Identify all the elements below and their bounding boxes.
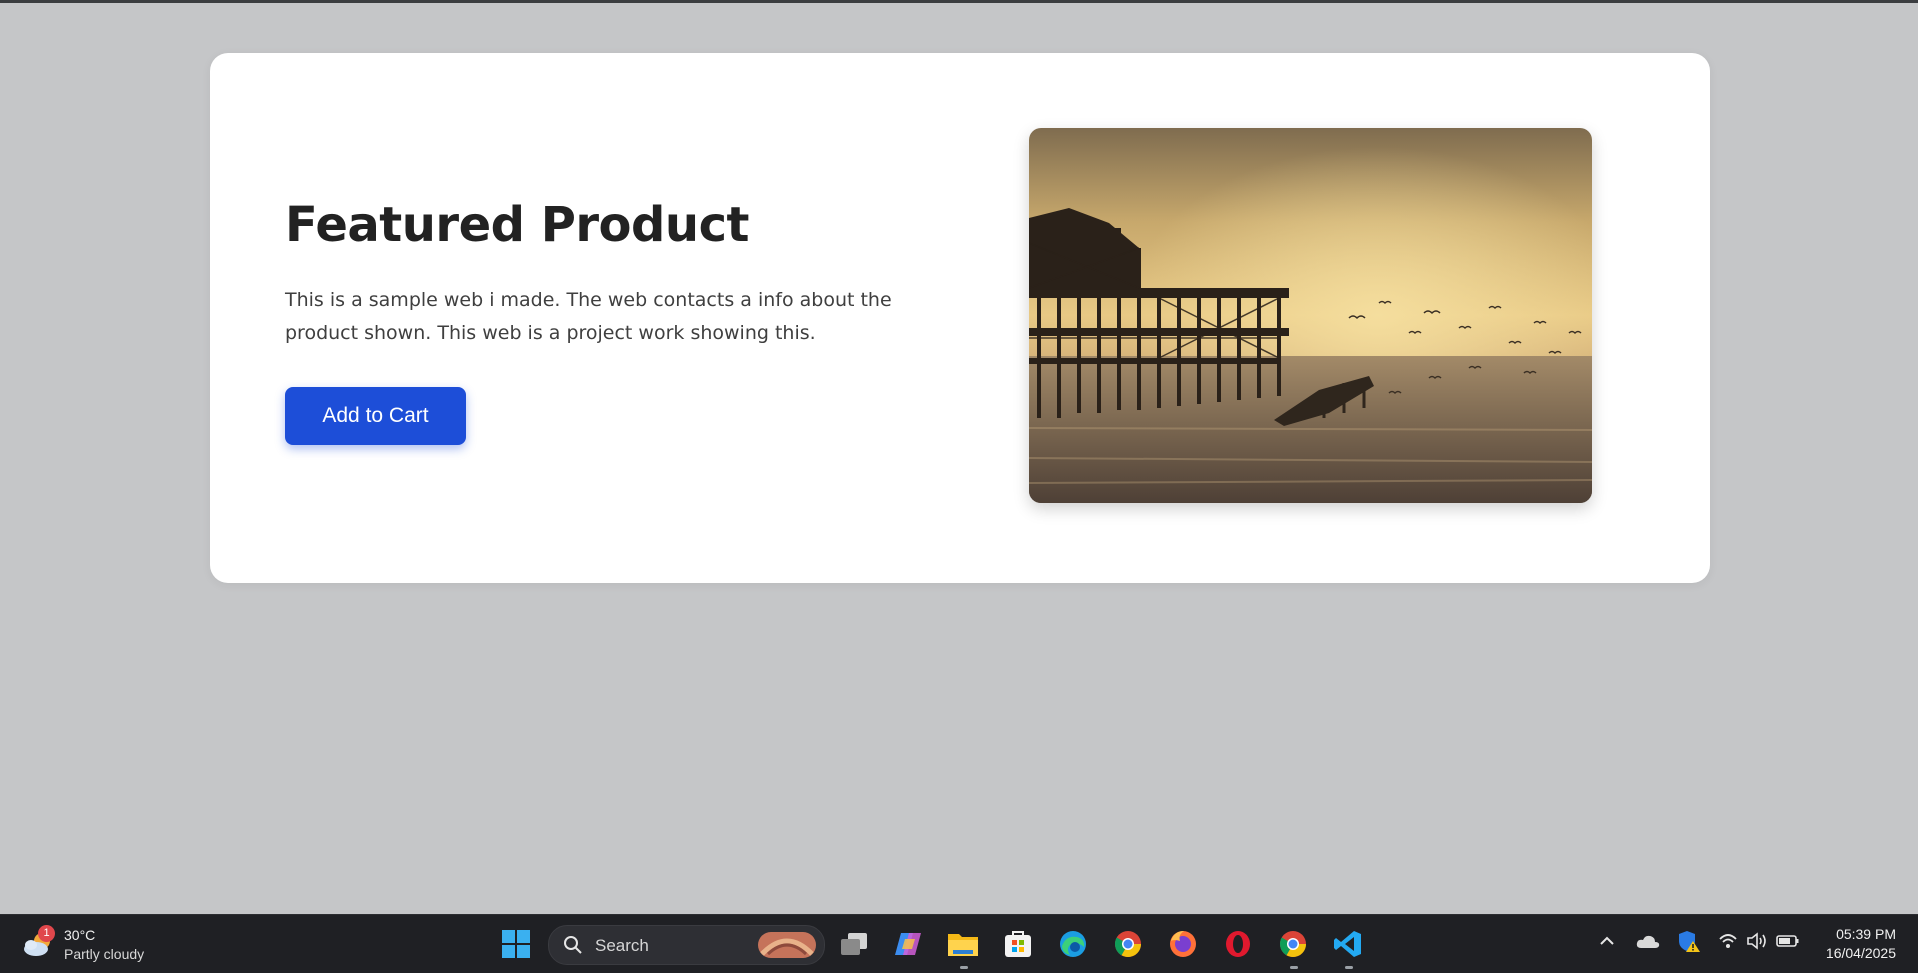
system-clock[interactable]: 05:39 PM 16/04/2025 [1826, 925, 1896, 963]
clock-time: 05:39 PM [1836, 926, 1896, 942]
product-image [1029, 128, 1592, 503]
volume-icon[interactable] [1746, 932, 1768, 955]
task-view-icon[interactable] [835, 925, 873, 963]
product-card: Featured Product This is a sample web i … [210, 53, 1710, 583]
product-description: This is a sample web i made. The web con… [285, 289, 892, 344]
weather-badge: 1 [38, 925, 55, 942]
onedrive-cloud-icon[interactable] [1636, 932, 1660, 955]
show-hidden-icons-chevron-icon[interactable] [1598, 932, 1616, 955]
edge-browser-icon[interactable] [1054, 925, 1092, 963]
firefox-icon[interactable] [1164, 925, 1202, 963]
file-explorer-icon[interactable] [944, 925, 982, 963]
vscode-icon[interactable] [1329, 925, 1367, 963]
wifi-icon[interactable] [1718, 932, 1738, 955]
window-top-border [0, 0, 1918, 3]
taskbar-search[interactable]: Search [548, 925, 825, 965]
page-title: Featured Product [285, 197, 749, 253]
running-indicator [960, 966, 968, 969]
search-highlight-icon [758, 932, 816, 958]
copilot-icon[interactable] [889, 925, 927, 963]
opera-icon[interactable] [1219, 925, 1257, 963]
windows-start-icon[interactable] [497, 925, 535, 963]
weather-condition: Partly cloudy [64, 946, 145, 962]
running-indicator [1290, 966, 1298, 969]
clock-date: 16/04/2025 [1825, 945, 1896, 961]
search-icon [563, 935, 583, 960]
weather-widget[interactable]: 1 30°C Partly cloudy [22, 925, 182, 965]
chrome-icon[interactable] [1109, 925, 1147, 963]
security-warning-icon[interactable] [1677, 929, 1701, 958]
weather-temperature: 30°C [64, 927, 96, 943]
search-label: Search [595, 936, 649, 955]
chrome-active-icon[interactable] [1274, 925, 1312, 963]
microsoft-store-icon[interactable] [999, 925, 1037, 963]
battery-icon[interactable] [1776, 932, 1800, 955]
taskbar: 1 30°C Partly cloudy Search 05:39 PM 16/… [0, 914, 1918, 973]
add-to-cart-button[interactable]: Add to Cart [285, 387, 466, 445]
running-indicator [1345, 966, 1353, 969]
